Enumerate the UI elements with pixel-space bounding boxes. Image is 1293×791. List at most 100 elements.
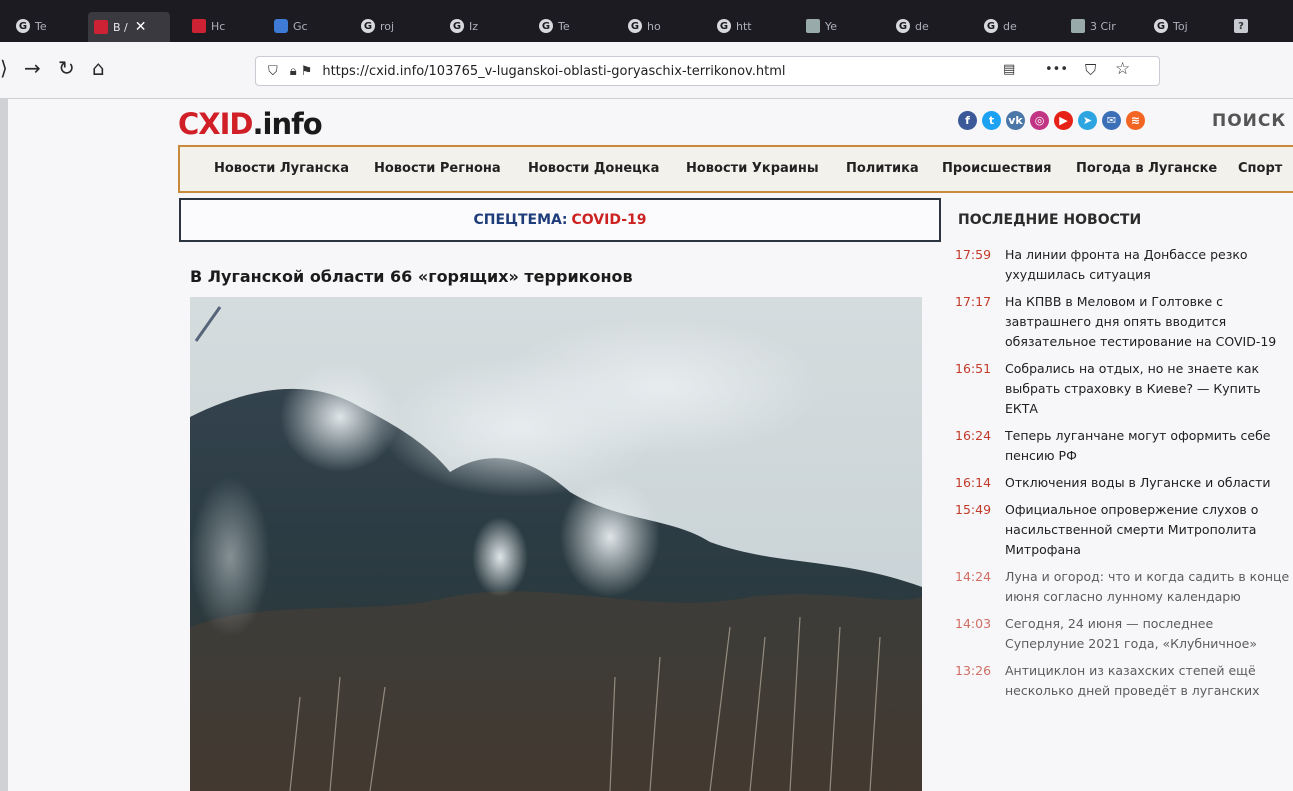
news-time: 16:51	[955, 361, 992, 376]
tab-7[interactable]: G Te	[533, 14, 593, 38]
news-time: 16:24	[955, 428, 992, 443]
nav-item-sport[interactable]: Спорт	[1238, 161, 1282, 176]
reload-icon[interactable]: ↻	[58, 56, 75, 80]
nav-item-donetsk[interactable]: Новости Донецка	[528, 161, 659, 176]
tab-label: Gc	[293, 19, 308, 33]
tab-9[interactable]: G htt	[711, 14, 771, 38]
nav-item-ukraine[interactable]: Новости Украины	[686, 161, 819, 176]
page-actions-icon[interactable]: •••	[1045, 62, 1068, 77]
nav-item-weather[interactable]: Погода в Луганске	[1076, 161, 1217, 176]
help-icon: ?	[1234, 19, 1248, 33]
news-link[interactable]: На линии фронта на Донбассе резко ухудши…	[1005, 245, 1293, 285]
permissions-icon[interactable]: ⚑	[301, 64, 313, 79]
instagram-icon[interactable]: ◎	[1030, 111, 1049, 130]
special-topic-value: COVID-19	[571, 212, 647, 228]
vk-icon[interactable]: vk	[1006, 111, 1025, 130]
tab-10[interactable]: Ye	[800, 14, 860, 38]
doc-icon	[806, 19, 820, 33]
news-item[interactable]: 17:59 На линии фронта на Донбассе резко у…	[955, 245, 1293, 285]
bookmark-star-icon[interactable]: ☆	[1115, 59, 1130, 79]
site-logo[interactable]: CXID.info	[178, 107, 323, 141]
telegram-icon[interactable]: ➤	[1078, 111, 1097, 130]
g-icon: G	[1154, 19, 1168, 33]
lock-icon[interactable]: 🔒︎	[290, 64, 297, 79]
url-text[interactable]: https://cxid.info/103765_v-luganskoi-obl…	[322, 64, 785, 79]
news-item[interactable]: 15:49 Официальное опровержение слухов о н…	[955, 500, 1293, 560]
tab-3[interactable]: Hc	[186, 14, 246, 38]
tab-1[interactable]: G Te	[10, 14, 70, 38]
tab-label: de	[915, 19, 929, 33]
news-time: 13:26	[955, 663, 992, 678]
twitter-icon[interactable]: t	[982, 111, 1001, 130]
news-item[interactable]: 16:51 Собрались на отдых, но не знаете ка…	[955, 359, 1293, 419]
close-icon[interactable]: ✕	[135, 19, 147, 35]
home-icon[interactable]: ⌂	[92, 56, 105, 80]
facebook-icon[interactable]: f	[958, 111, 977, 130]
latest-news-title: ПОСЛЕДНИЕ НОВОСТИ	[958, 212, 1142, 228]
tab-13[interactable]: 3 Cir	[1065, 14, 1131, 38]
tab-14[interactable]: G Toj	[1148, 14, 1210, 38]
tab-label: 3 Cir	[1090, 19, 1116, 33]
window-edge	[0, 99, 8, 791]
tab-8[interactable]: G ho	[622, 14, 682, 38]
news-link[interactable]: Теперь луганчане могут оформить себе пен…	[1005, 426, 1293, 466]
tab-11[interactable]: G de	[890, 14, 950, 38]
news-link[interactable]: Луна и огород: что и когда садить в конц…	[1005, 567, 1293, 607]
rss-icon[interactable]: ≋	[1126, 111, 1145, 130]
news-link[interactable]: Сегодня, 24 июня — последнее Суперлуние …	[1005, 614, 1293, 654]
shield-icon[interactable]: ⛉	[268, 64, 278, 79]
g-icon: G	[16, 19, 30, 33]
news-time: 17:59	[955, 247, 992, 262]
navigation-toolbar: ⟩ → ↻ ⌂ ⛉ 🔒︎ ⚑ https://cxid.info/103765_…	[0, 42, 1293, 99]
g-icon: G	[896, 19, 910, 33]
tab-label: htt	[736, 19, 752, 33]
pocket-icon[interactable]: ⛉	[1085, 61, 1096, 79]
forward-icon[interactable]: →	[24, 56, 41, 80]
tab-12[interactable]: G de	[978, 14, 1038, 38]
news-time: 14:24	[955, 569, 992, 584]
news-link[interactable]: Собрались на отдых, но не знаете как выб…	[1005, 359, 1293, 419]
special-topic-banner[interactable]: СПЕЦТЕМА: COVID-19	[179, 198, 941, 242]
tab-label: de	[1003, 19, 1017, 33]
email-icon[interactable]: ✉	[1102, 111, 1121, 130]
news-item[interactable]: 14:24 Луна и огород: что и когда садить в…	[955, 567, 1293, 607]
doc-icon	[1071, 19, 1085, 33]
news-item[interactable]: 16:24 Теперь луганчане могут оформить себ…	[955, 426, 1293, 466]
tab-label: B /	[113, 20, 128, 34]
news-link[interactable]: На КПВВ в Меловом и Голтовке с завтрашне…	[1005, 292, 1293, 352]
g-icon: G	[628, 19, 642, 33]
tab-6[interactable]: G Iz	[444, 14, 504, 38]
tab-overflow[interactable]: ?	[1228, 14, 1268, 38]
main-navigation: Новости Луганска Новости Регнона Новости…	[178, 145, 1293, 193]
blue-square-icon	[274, 19, 288, 33]
news-time: 16:14	[955, 475, 992, 490]
g-icon: G	[450, 19, 464, 33]
nav-item-incidents[interactable]: Происшествия	[942, 161, 1051, 176]
nav-item-region[interactable]: Новости Регнона	[374, 161, 501, 176]
article-headline: В Луганской области 66 «горящих» террико…	[190, 267, 633, 286]
youtube-icon[interactable]: ▶	[1054, 111, 1073, 130]
nav-item-lugansk[interactable]: Новости Луганска	[214, 161, 349, 176]
news-item[interactable]: 13:26 Антициклон из казахских степей ещё …	[955, 661, 1293, 701]
tab-2-active[interactable]: B / ✕	[88, 12, 170, 42]
news-item[interactable]: 17:17 На КПВВ в Меловом и Голтовке с завт…	[955, 292, 1293, 352]
address-bar[interactable]: ⛉ 🔒︎ ⚑ https://cxid.info/103765_v-lugans…	[255, 56, 1160, 86]
news-time: 17:17	[955, 294, 992, 309]
news-item[interactable]: 14:03 Сегодня, 24 июня — последнее Суперл…	[955, 614, 1293, 654]
red-square-icon	[94, 20, 108, 34]
tab-label: Toj	[1173, 19, 1188, 33]
news-link[interactable]: Отключения воды в Луганске и области	[1005, 473, 1293, 493]
web-page: CXID.info f t vk ◎ ▶ ➤ ✉ ≋ ПОИСК Новости Луганс…	[0, 99, 1293, 791]
tab-4[interactable]: Gc	[268, 14, 328, 38]
tab-5[interactable]: G roj	[355, 14, 415, 38]
nav-item-politics[interactable]: Политика	[846, 161, 919, 176]
red-square-icon	[192, 19, 206, 33]
back-icon[interactable]: ⟩	[0, 56, 8, 80]
news-link[interactable]: Официальное опровержение слухов о насиль…	[1005, 500, 1293, 560]
logo-part-2: .info	[252, 107, 323, 141]
reader-view-icon[interactable]: ▤	[1003, 62, 1015, 77]
news-item[interactable]: 16:14 Отключения воды в Луганске и област…	[955, 473, 1293, 493]
search-link[interactable]: ПОИСК	[1212, 111, 1286, 131]
tab-label: Hc	[211, 19, 226, 33]
news-link[interactable]: Антициклон из казахских степей ещё неско…	[1005, 661, 1293, 701]
